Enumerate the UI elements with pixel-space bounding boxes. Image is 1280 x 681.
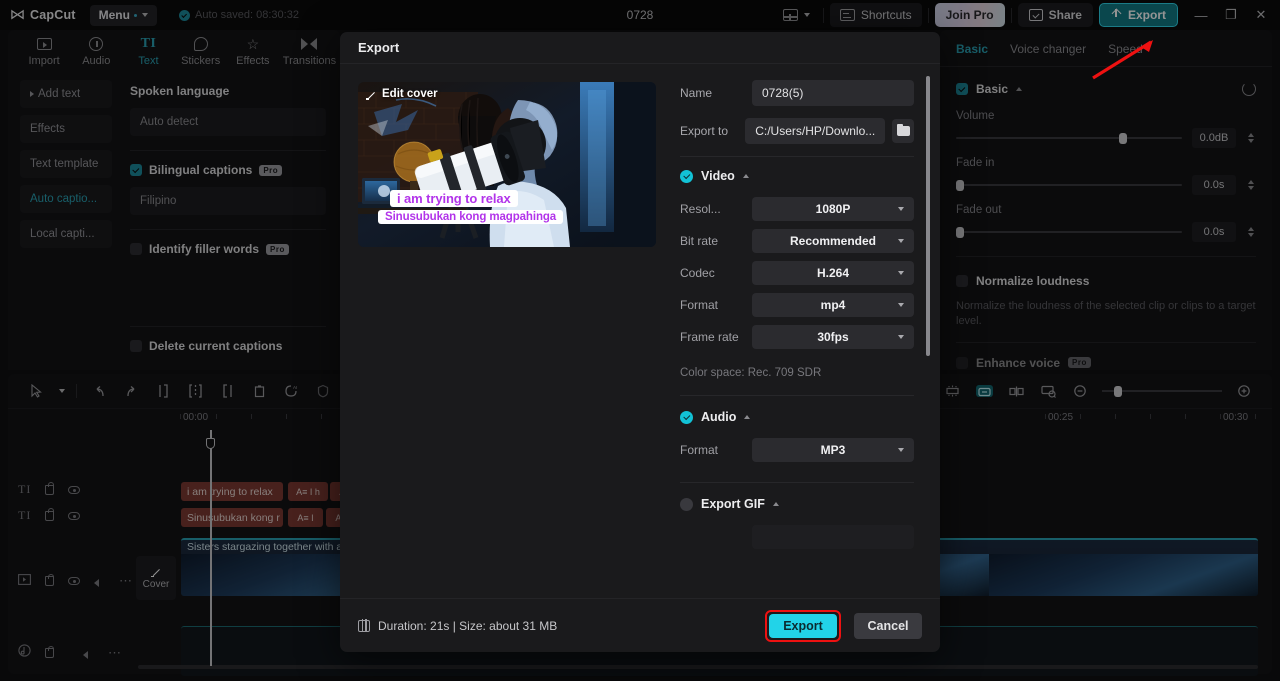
- audio-section-checkbox[interactable]: [680, 410, 693, 424]
- edit-cover-button[interactable]: Edit cover: [366, 88, 438, 100]
- preview-caption-line2: Sinusubukan kong magpahinga: [378, 210, 564, 224]
- video-section-title: Video: [701, 169, 735, 183]
- codec-label: Codec: [680, 266, 715, 280]
- divider: [680, 156, 914, 157]
- gif-section-header: Export GIF: [680, 497, 914, 511]
- bitrate-row: Bit rate Recommended: [680, 225, 914, 257]
- cover-preview[interactable]: Edit cover i am trying to relax Sinusubu…: [358, 82, 656, 247]
- audio-format-row: Format MP3: [680, 434, 914, 466]
- name-field-row: Name 0728(5): [680, 78, 914, 108]
- capcut-window: CapCut Menu Auto saved: 08:30:32 0728 Sh…: [0, 0, 1280, 681]
- gif-option-label: [680, 530, 752, 544]
- format-select[interactable]: mp4: [752, 293, 914, 317]
- color-space-text: Color space: Rec. 709 SDR: [680, 367, 822, 379]
- dialog-export-button[interactable]: Export: [769, 613, 837, 638]
- name-input[interactable]: 0728(5): [752, 80, 914, 106]
- audio-format-value: MP3: [820, 443, 846, 457]
- film-icon: [358, 619, 370, 632]
- export-settings-column: Name 0728(5) Export to C:/Users/HP/Downl…: [680, 64, 940, 598]
- framerate-row: Frame rate 30fps: [680, 321, 914, 353]
- framerate-label: Frame rate: [680, 330, 739, 344]
- export-preview-column: Edit cover i am trying to relax Sinusubu…: [340, 64, 680, 598]
- duration-size-info: Duration: 21s | Size: about 31 MB: [358, 619, 557, 633]
- bitrate-label: Bit rate: [680, 234, 719, 248]
- preview-caption-line1: i am trying to relax: [390, 190, 518, 207]
- codec-value: H.264: [816, 266, 850, 280]
- audio-section-header: Audio: [680, 410, 914, 424]
- audio-section-title: Audio: [701, 410, 737, 424]
- export-to-label: Export to: [680, 124, 729, 138]
- export-to-field-row: Export to C:/Users/HP/Downlo...: [680, 116, 914, 146]
- divider: [680, 482, 914, 483]
- duration-size-text: Duration: 21s | Size: about 31 MB: [378, 618, 558, 633]
- framerate-value: 30fps: [817, 330, 849, 344]
- export-to-input[interactable]: C:/Users/HP/Downlo...: [745, 118, 886, 144]
- name-label: Name: [680, 86, 713, 100]
- pencil-icon: [366, 89, 377, 100]
- export-dialog-footer: Duration: 21s | Size: about 31 MB Export…: [340, 598, 940, 652]
- dialog-cancel-button[interactable]: Cancel: [854, 612, 922, 639]
- browse-folder-button[interactable]: [892, 119, 914, 143]
- video-section-header: Video: [680, 169, 914, 183]
- dialog-scrollbar[interactable]: [926, 76, 930, 356]
- divider: [680, 395, 914, 396]
- format-row: Format mp4: [680, 289, 914, 321]
- framerate-select[interactable]: 30fps: [752, 325, 914, 349]
- format-value: mp4: [820, 298, 846, 312]
- audio-format-select[interactable]: MP3: [752, 438, 914, 462]
- export-button-highlight: Export: [765, 609, 841, 642]
- resolution-value: 1080P: [815, 202, 851, 216]
- chevron-up-icon[interactable]: [772, 502, 779, 506]
- chevron-down-icon: [898, 335, 904, 339]
- chevron-down-icon: [898, 448, 904, 452]
- export-dialog-title: Export: [340, 32, 940, 64]
- export-dialog-body: Edit cover i am trying to relax Sinusubu…: [340, 64, 940, 598]
- folder-icon: [896, 123, 910, 136]
- chevron-down-icon: [898, 271, 904, 275]
- chevron-down-icon: [898, 303, 904, 307]
- export-dialog: Export Edit cover i am trying to relax S…: [340, 32, 940, 652]
- chevron-up-icon[interactable]: [742, 174, 749, 178]
- resolution-label: Resol...: [680, 202, 721, 216]
- bitrate-value: Recommended: [789, 234, 877, 248]
- resolution-row: Resol... 1080P: [680, 193, 914, 225]
- chevron-down-icon: [898, 207, 904, 211]
- resolution-select[interactable]: 1080P: [752, 197, 914, 221]
- gif-option-select[interactable]: [752, 525, 914, 549]
- chevron-up-icon[interactable]: [744, 415, 751, 419]
- footer-buttons: Export Cancel: [765, 609, 922, 642]
- format-label: Format: [680, 298, 719, 312]
- bitrate-select[interactable]: Recommended: [752, 229, 914, 253]
- gif-section-checkbox[interactable]: [680, 497, 693, 511]
- codec-row: Codec H.264: [680, 257, 914, 289]
- gif-section-title: Export GIF: [701, 497, 765, 511]
- chevron-down-icon: [898, 239, 904, 243]
- gif-option-row-partial: [680, 521, 914, 553]
- edit-cover-label: Edit cover: [382, 88, 438, 100]
- audio-format-label: Format: [680, 443, 719, 457]
- codec-select[interactable]: H.264: [752, 261, 914, 285]
- video-section-checkbox[interactable]: [680, 169, 693, 183]
